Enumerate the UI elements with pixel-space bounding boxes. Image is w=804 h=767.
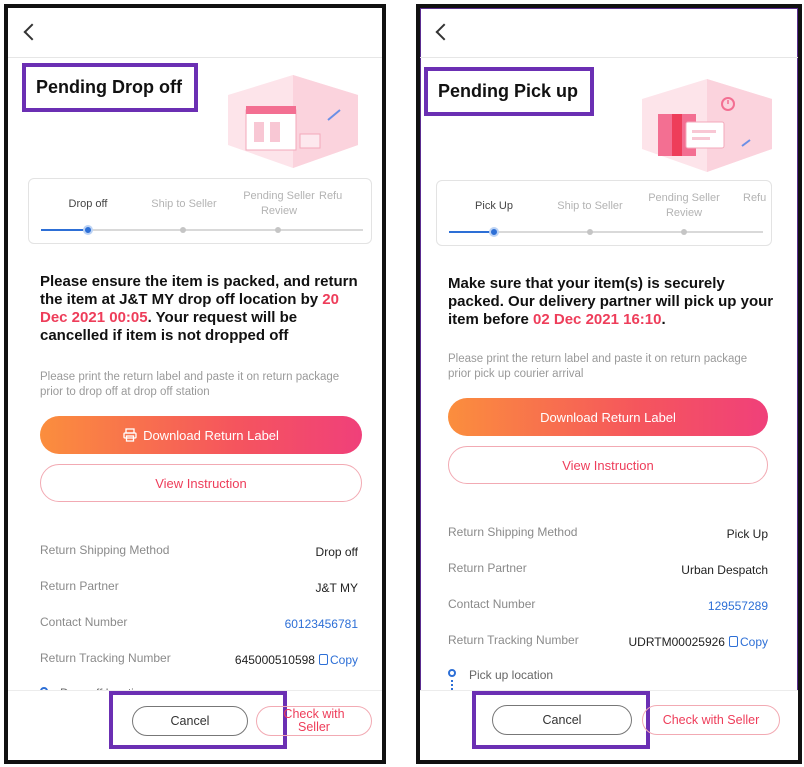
return-box-illustration	[642, 79, 772, 172]
row-value: Urban Despatch	[681, 563, 768, 577]
step-node	[180, 227, 186, 233]
page-title: Pending Drop off	[22, 63, 198, 112]
action-footer: Cancel Check with Seller	[420, 690, 798, 760]
location-pin-icon	[448, 669, 456, 677]
left-screen: Pending Drop off Drop off Ship to Seller…	[4, 4, 386, 764]
step-label: Pending Seller Review	[243, 190, 315, 217]
step-track-active	[41, 229, 89, 231]
tracking-number: 645000510598	[234, 653, 315, 667]
action-footer: Cancel Check with Seller	[8, 690, 382, 760]
step-label: Drop off	[68, 198, 108, 210]
step-label: Refu	[743, 192, 767, 204]
top-bar	[8, 8, 382, 58]
location-label[interactable]: Pick up location	[469, 668, 553, 682]
download-button-label: Download Return Label	[143, 427, 279, 443]
row-label: Return Tracking Number	[448, 633, 579, 647]
page-title: Pending Pick up	[424, 67, 595, 116]
contact-number-link[interactable]: 129557289	[708, 599, 768, 613]
top-bar	[420, 8, 798, 58]
contact-number-link[interactable]: 60123456781	[285, 617, 358, 631]
tracking-number-row: 645000510598 Copy	[235, 653, 358, 667]
row-label: Return Tracking Number	[40, 651, 171, 665]
return-box-illustration	[228, 75, 358, 168]
row-label: Return Shipping Method	[448, 525, 578, 539]
cancel-button[interactable]: Cancel	[132, 706, 248, 736]
copy-button[interactable]: Copy	[740, 635, 768, 649]
download-return-label-button[interactable]: Download Return Label	[448, 398, 768, 436]
copy-icon[interactable]	[728, 636, 738, 647]
step-node-active	[83, 225, 93, 235]
row-label: Contact Number	[448, 597, 536, 611]
instruction-headline: Please ensure the item is packed, and re…	[40, 273, 358, 344]
step-label: Pending Seller Review	[648, 192, 720, 219]
row-value: Drop off	[315, 545, 358, 559]
instruction-headline: Make sure that your item(s) is securely …	[448, 275, 774, 328]
row-label: Return Partner	[40, 579, 119, 593]
deadline-date: 02 Dec 2021 16:10	[533, 311, 662, 328]
back-arrow-icon[interactable]	[435, 23, 453, 41]
step-label: Pick Up	[475, 200, 513, 212]
copy-icon[interactable]	[318, 654, 328, 665]
check-with-seller-button[interactable]: Check with Seller	[256, 706, 372, 736]
print-label-note: Please print the return label and paste …	[448, 353, 748, 380]
row-value: Pick Up	[726, 527, 768, 541]
step-node-active	[489, 227, 499, 237]
view-instruction-button[interactable]: View Instruction	[448, 446, 768, 484]
right-screen: Pending Pick up Pick Up Ship to Seller P…	[416, 4, 802, 764]
step-label: Ship to Seller	[151, 198, 217, 210]
step-node	[275, 227, 281, 233]
download-return-label-button[interactable]: Download Return Label	[40, 416, 362, 454]
cancel-button[interactable]: Cancel	[492, 705, 632, 735]
step-label: Refu	[319, 190, 343, 202]
step-node	[681, 229, 687, 235]
route-dots-icon	[451, 680, 453, 690]
row-label: Return Partner	[448, 561, 527, 575]
copy-button[interactable]: Copy	[330, 653, 358, 667]
row-label: Return Shipping Method	[40, 543, 170, 557]
row-value: J&T MY	[315, 581, 358, 595]
tracking-number-row: UDRTM00025926 Copy	[628, 635, 768, 649]
view-instruction-button[interactable]: View Instruction	[40, 464, 362, 502]
tracking-number: UDRTM00025926	[628, 635, 725, 649]
return-progress-stepper: Drop off Ship to Seller Pending Seller R…	[28, 178, 372, 244]
printer-icon	[123, 428, 137, 442]
return-progress-stepper: Pick Up Ship to Seller Pending Seller Re…	[436, 180, 772, 246]
step-label: Ship to Seller	[557, 200, 623, 212]
back-arrow-icon[interactable]	[23, 23, 41, 41]
check-with-seller-button[interactable]: Check with Seller	[642, 705, 780, 735]
row-label: Contact Number	[40, 615, 128, 629]
step-node	[587, 229, 593, 235]
print-label-note: Please print the return label and paste …	[40, 371, 340, 398]
